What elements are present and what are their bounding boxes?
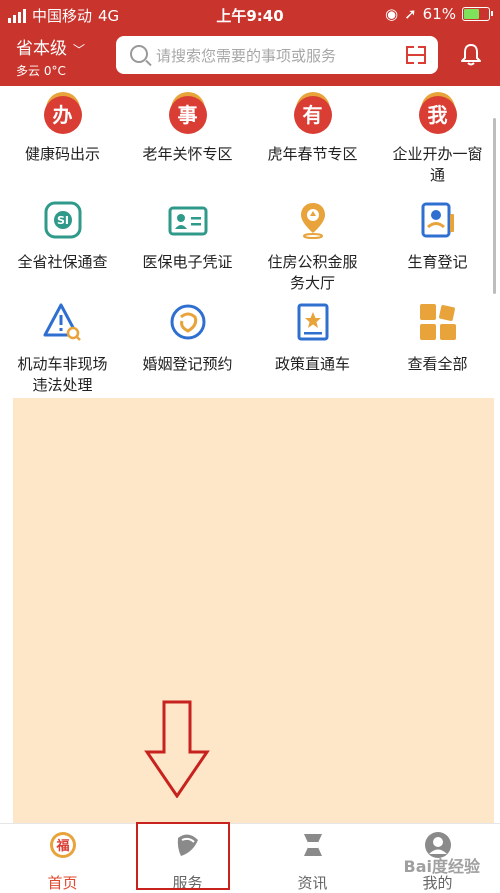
scan-icon[interactable] (406, 46, 426, 64)
location-icon: ➚ (404, 5, 417, 23)
id-card-icon (168, 206, 207, 236)
chevron-down-icon: ﹀ (73, 43, 86, 57)
badge-char: 事 (168, 96, 207, 134)
svg-text:SI: SI (56, 214, 68, 227)
svg-text:福: 福 (55, 838, 69, 854)
service-item[interactable]: SI 全省社保通查 (0, 200, 125, 273)
location-pin-icon (300, 203, 325, 239)
service-label: 老年关怀专区 (142, 145, 233, 163)
scrollbar[interactable] (493, 118, 496, 294)
watermark-text: Bai度经验 (403, 857, 480, 876)
service-label: 企业开办一窗通 (392, 145, 483, 184)
badge-char: 我 (418, 96, 457, 134)
region-selector[interactable]: 省本级 ﹀ (16, 34, 85, 59)
marriage-icon (170, 304, 205, 340)
wo-badge-icon: 我 (418, 96, 458, 136)
search-input[interactable] (154, 36, 398, 76)
service-label: 住房公积金服务大厅 (267, 253, 358, 292)
service-item[interactable]: 我 企业开办一窗通 (375, 96, 500, 186)
search-box[interactable] (116, 36, 438, 76)
service-item[interactable]: 婚姻登记预约 (125, 302, 250, 375)
battery-icon (462, 7, 493, 21)
app-header: 省本级 ﹀ 多云 0°C (0, 28, 500, 86)
tab-label: 资讯 (297, 874, 328, 892)
service-label: 虎年春节专区 (267, 145, 358, 163)
battery-percent: 61% (422, 5, 456, 23)
you-badge-icon: 有 (293, 96, 333, 136)
weather-text: 多云 0°C (16, 64, 66, 78)
content-overlay (13, 398, 494, 823)
rotation-lock-icon: ◉ (384, 5, 399, 23)
service-label: 查看全部 (407, 355, 468, 373)
service-item[interactable]: 住房公积金服务大厅 (250, 200, 375, 294)
grid-all-icon (419, 304, 456, 340)
ban-badge-icon: 办 (43, 96, 83, 136)
service-item[interactable]: 医保电子凭证 (125, 200, 250, 273)
news-icon (303, 834, 322, 856)
service-label: 机动车非现场违法处理 (17, 355, 108, 394)
service-item[interactable]: 办 健康码出示 (0, 96, 125, 165)
bell-icon[interactable] (460, 42, 482, 66)
service-label: 医保电子凭证 (142, 253, 233, 271)
policy-book-icon (297, 303, 328, 341)
warning-search-icon (43, 303, 81, 341)
service-label: 政策直通车 (274, 355, 350, 373)
service-item[interactable]: 查看全部 (375, 302, 500, 375)
service-label: 健康码出示 (24, 145, 100, 163)
badge-char: 办 (43, 96, 82, 134)
shi-badge-icon: 事 (168, 96, 208, 136)
status-right: ◉ ➚ 61% (384, 5, 493, 23)
service-label: 婚姻登记预约 (142, 355, 233, 373)
service-label: 全省社保通查 (17, 253, 108, 271)
badge-char: 有 (293, 96, 332, 134)
service-item[interactable]: 机动车非现场违法处理 (0, 302, 125, 396)
home-fu-icon: 福 (49, 832, 76, 858)
battery-fill (464, 9, 479, 19)
tab-home[interactable]: 福 首页 (0, 830, 125, 893)
registration-form-icon (421, 202, 454, 238)
service-item[interactable]: 生育登记 (375, 200, 500, 273)
status-bar: 中国移动 4G 上午9:40 ◉ ➚ 61% (0, 0, 500, 28)
region-label: 省本级 (16, 39, 67, 59)
service-item[interactable]: 政策直通车 (250, 302, 375, 375)
arrow-down-annotation-icon (144, 700, 210, 798)
social-security-icon: SI (44, 201, 81, 239)
highlight-box (136, 822, 230, 890)
tab-news[interactable]: 资讯 (250, 830, 375, 893)
tab-label: 首页 (47, 874, 78, 892)
service-item[interactable]: 有 虎年春节专区 (250, 96, 375, 165)
service-label: 生育登记 (407, 253, 468, 271)
service-item[interactable]: 事 老年关怀专区 (125, 96, 250, 165)
search-icon (130, 45, 148, 63)
